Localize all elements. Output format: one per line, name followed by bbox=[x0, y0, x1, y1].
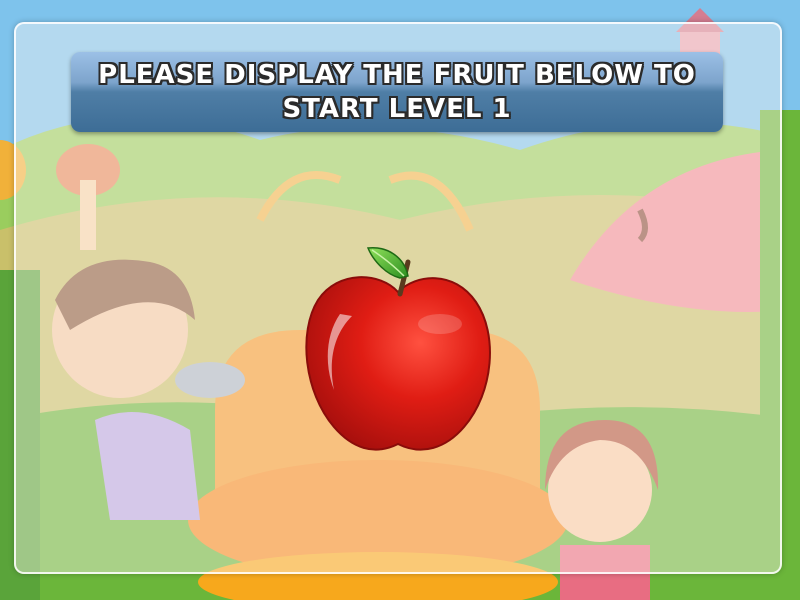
instruction-text: Please display the fruit below to start … bbox=[98, 60, 696, 124]
instruction-banner: Please display the fruit below to start … bbox=[71, 52, 723, 132]
apple-icon bbox=[305, 247, 491, 451]
